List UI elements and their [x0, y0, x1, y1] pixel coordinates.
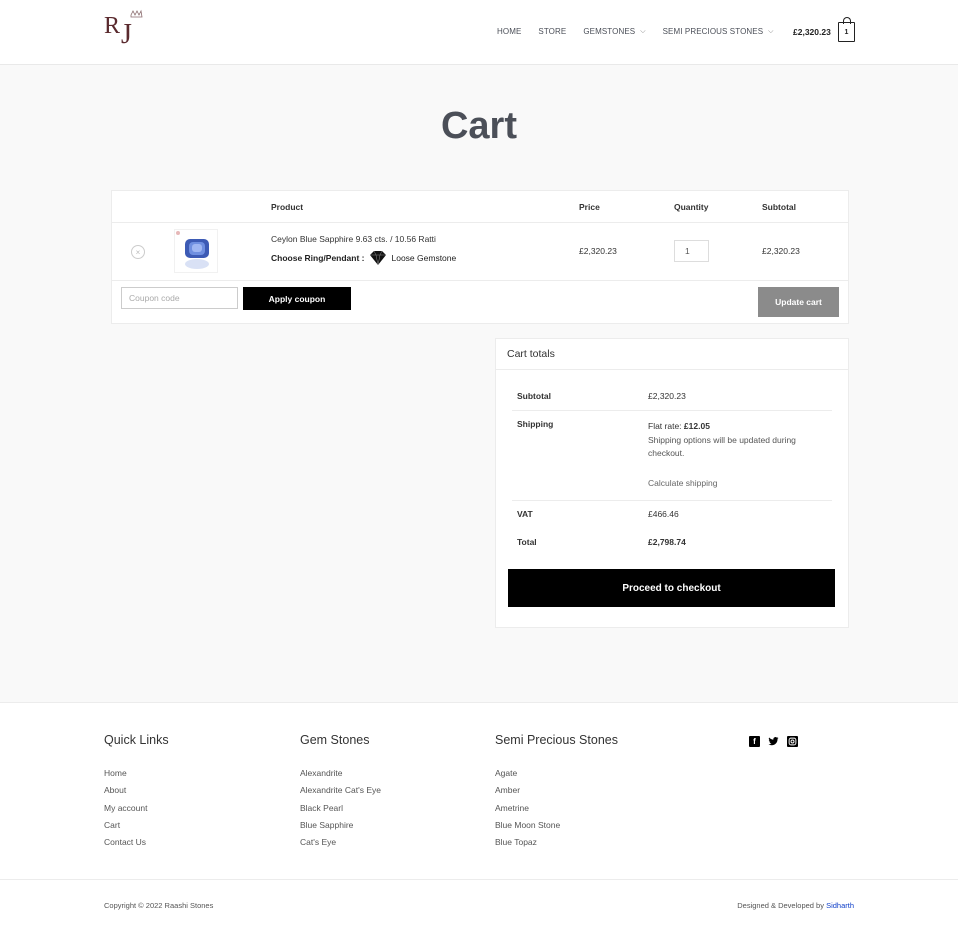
vat-label: VAT	[517, 509, 533, 519]
nav-store[interactable]: STORE	[538, 27, 566, 36]
item-subtotal: £2,320.23	[762, 246, 800, 256]
footer-gem-stones: Gem Stones Alexandrite Alexandrite Cat's…	[300, 733, 381, 851]
footer-link[interactable]: Blue Moon Stone	[495, 817, 618, 834]
footer-semi-precious: Semi Precious Stones Agate Amber Ametrin…	[495, 733, 618, 851]
remove-item-icon[interactable]: ×	[131, 245, 145, 259]
shipping-note: Shipping options will be updated during …	[648, 435, 796, 458]
svg-text:R: R	[104, 13, 120, 39]
footer-heading: Semi Precious Stones	[495, 733, 618, 747]
column-product: Product	[271, 202, 304, 212]
footer-quick-links: Quick Links Home About My account Cart C…	[104, 733, 169, 851]
cart-bag-icon[interactable]: 1	[838, 17, 855, 42]
subtotal-value: £2,320.23	[648, 391, 686, 401]
nav-label: STORE	[538, 27, 567, 36]
vat-value: £466.46	[648, 509, 679, 519]
column-price: Price	[579, 202, 600, 212]
coupon-code-input[interactable]: Coupon code	[121, 287, 238, 309]
calculate-shipping-link[interactable]: Calculate shipping	[648, 478, 717, 488]
footer-link[interactable]: Black Pearl	[300, 800, 381, 817]
credit-text: Designed & Developed by Sidharth	[737, 901, 854, 910]
table-row: × Ceylon Blue Sapphire 9.63 cts. / 10.56…	[112, 223, 848, 281]
site-footer: Quick Links Home About My account Cart C…	[0, 702, 958, 930]
footer-link[interactable]: Home	[104, 765, 169, 782]
footer-link[interactable]: Blue Sapphire	[300, 817, 381, 834]
total-label: Total	[517, 537, 537, 547]
apply-coupon-button[interactable]: Apply coupon	[243, 287, 351, 310]
shipping-rate-value: £12.05	[683, 421, 710, 431]
social-links: f	[749, 736, 806, 747]
shipping-rate: Flat rate: £12.05	[648, 421, 710, 431]
total-value: £2,798.74	[648, 537, 686, 547]
footer-bottom-bar: Copyright © 2022 Raashi Stones Designed …	[0, 879, 958, 930]
nav-label: GEMSTONES	[583, 27, 636, 36]
proceed-to-checkout-button[interactable]: Proceed to checkout	[508, 569, 835, 607]
footer-link[interactable]: Contact Us	[104, 834, 169, 851]
instagram-icon[interactable]	[787, 736, 798, 747]
item-price: £2,320.23	[579, 246, 617, 256]
nav-label: HOME	[497, 27, 522, 36]
decorative-dot	[176, 231, 180, 235]
diamond-icon	[369, 250, 386, 266]
footer-link[interactable]: About	[104, 782, 169, 799]
cart-totals-title: Cart totals	[496, 339, 848, 370]
nav-gemstones[interactable]: GEMSTONES ⌵	[583, 27, 645, 36]
column-quantity: Quantity	[674, 202, 709, 212]
cart-table: Product Price Quantity Subtotal × Ceylon…	[111, 190, 849, 324]
product-name-link[interactable]: Ceylon Blue Sapphire 9.63 cts. / 10.56 R…	[271, 234, 436, 244]
main-content: Cart Product Price Quantity Subtotal × C…	[0, 65, 958, 702]
footer-heading: Quick Links	[104, 733, 169, 747]
vat-row: VAT £466.46	[512, 501, 832, 529]
footer-link[interactable]: Agate	[495, 765, 618, 782]
subtotal-row: Subtotal £2,320.23	[512, 370, 832, 411]
svg-text:J: J	[121, 19, 132, 50]
footer-link[interactable]: Cat's Eye	[300, 834, 381, 851]
credit-prefix: Designed & Developed by	[737, 901, 824, 910]
sapphire-image	[185, 239, 209, 269]
header-cart-total[interactable]: £2,320.23	[793, 27, 831, 37]
main-nav: HOME STORE GEMSTONES ⌵ SEMI PRECIOUS STON…	[497, 27, 791, 36]
credit-author-link[interactable]: Sidharth	[826, 901, 854, 910]
footer-link[interactable]: Alexandrite Cat's Eye	[300, 782, 381, 799]
nav-label: SEMI PRECIOUS STONES	[662, 27, 764, 36]
footer-link[interactable]: Alexandrite	[300, 765, 381, 782]
footer-link[interactable]: Amber	[495, 782, 618, 799]
footer-link[interactable]: My account	[104, 800, 169, 817]
facebook-icon[interactable]: f	[749, 736, 760, 747]
footer-link[interactable]: Ametrine	[495, 800, 618, 817]
site-logo[interactable]: R J	[104, 9, 144, 55]
shipping-rate-label: Flat rate:	[648, 421, 682, 431]
shipping-row: Shipping Flat rate: £12.05 Shipping opti…	[512, 411, 832, 501]
quantity-input[interactable]: 1	[674, 240, 709, 262]
product-thumbnail[interactable]	[174, 229, 218, 273]
page-title: Cart	[440, 105, 518, 147]
nav-home[interactable]: HOME	[497, 27, 521, 36]
cart-totals: Cart totals Subtotal £2,320.23 Shipping …	[495, 338, 849, 628]
chevron-down-icon: ⌵	[768, 27, 774, 35]
footer-link[interactable]: Cart	[104, 817, 169, 834]
twitter-icon[interactable]	[768, 736, 779, 747]
copyright-text: Copyright © 2022 Raashi Stones	[104, 901, 214, 910]
site-header: R J HOME STORE GEMSTONES ⌵ SEMI PRECIOUS …	[0, 0, 958, 65]
update-cart-button[interactable]: Update cart	[758, 287, 839, 317]
option-value: Loose Gemstone	[391, 253, 457, 263]
product-option: Choose Ring/Pendant : Loose Gemstone	[271, 249, 456, 267]
footer-heading: Gem Stones	[300, 733, 370, 747]
shipping-label: Shipping	[517, 419, 554, 429]
cart-table-header: Product Price Quantity Subtotal	[112, 191, 848, 223]
nav-semi-precious-stones[interactable]: SEMI PRECIOUS STONES ⌵	[663, 27, 774, 36]
total-row: Total £2,798.74	[512, 529, 832, 557]
chevron-down-icon: ⌵	[640, 27, 646, 35]
column-subtotal: Subtotal	[762, 202, 796, 212]
cart-count: 1	[844, 28, 849, 36]
footer-link[interactable]: Blue Topaz	[495, 834, 618, 851]
option-label: Choose Ring/Pendant :	[271, 253, 365, 263]
subtotal-label: Subtotal	[517, 391, 551, 401]
